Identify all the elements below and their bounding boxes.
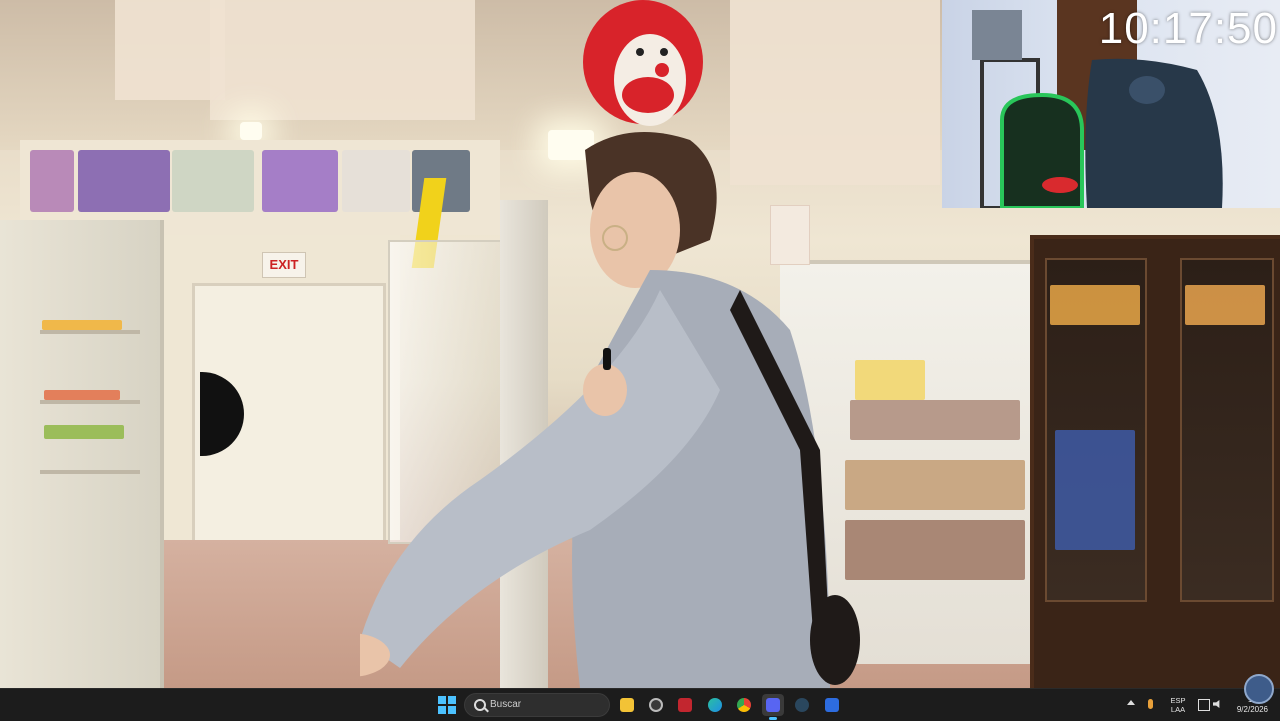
stream-clock: 10:17:50 [1098, 4, 1278, 53]
case-shelf [40, 470, 140, 474]
windows-logo-icon [438, 706, 446, 714]
taskbar-search-box[interactable]: Buscar [464, 693, 610, 717]
case-shelf [40, 400, 140, 404]
blue-app[interactable] [821, 694, 843, 716]
toy-box [172, 150, 254, 212]
exit-sign: EXIT [262, 252, 306, 278]
keyboard-layout: LAA [1170, 705, 1186, 714]
taskbar-date: 9/2/2026 [1236, 705, 1268, 714]
chrome-app[interactable] [733, 694, 755, 716]
media-app-icon [678, 698, 692, 712]
search-placeholder: Buscar [490, 699, 522, 710]
edge-app[interactable] [704, 694, 726, 716]
start-button[interactable] [438, 696, 456, 714]
discord-app[interactable] [762, 694, 784, 720]
display-items [44, 425, 124, 439]
windows-logo-icon [448, 706, 456, 714]
network-icon[interactable] [1198, 699, 1210, 711]
edge-icon [708, 698, 722, 712]
chrome-icon [737, 698, 751, 712]
steam-icon [795, 698, 809, 712]
chevron-up-icon[interactable] [1127, 700, 1135, 705]
display-items [1050, 285, 1140, 325]
windows-logo-icon [448, 696, 456, 704]
display-items [44, 390, 120, 400]
media-app[interactable] [674, 694, 696, 716]
clown-balloon [583, 0, 703, 126]
toy-box [78, 150, 170, 212]
app-window-icon [825, 698, 839, 712]
user-avatar[interactable] [1244, 674, 1274, 704]
case-shelf [40, 330, 140, 334]
hanging-cloth [115, 0, 225, 100]
hanging-cloth [210, 0, 475, 120]
microphone-icon[interactable] [1148, 699, 1153, 709]
windows-taskbar: Buscar ESP LAA 12:57 9/2/2026 [0, 688, 1280, 721]
file-explorer-app[interactable] [616, 694, 638, 716]
toy-box [262, 150, 338, 212]
display-items [1055, 430, 1135, 550]
language-code: ESP [1170, 696, 1186, 705]
obs-studio-app[interactable] [645, 694, 667, 716]
webcam-overlay: 10:17:50 [942, 0, 1280, 208]
display-items [1185, 285, 1265, 325]
toy-box [30, 150, 74, 212]
ceiling-light [240, 122, 262, 140]
windows-logo-icon [438, 696, 446, 704]
obs-icon [649, 698, 663, 712]
folder-icon [620, 698, 634, 712]
left-display-case [0, 220, 164, 688]
discord-icon [766, 698, 780, 712]
search-icon [474, 699, 486, 711]
language-indicator[interactable]: ESP LAA [1167, 696, 1189, 714]
person-in-plaid-shirt [360, 132, 860, 688]
steam-app[interactable] [791, 694, 813, 716]
display-items [42, 320, 122, 330]
